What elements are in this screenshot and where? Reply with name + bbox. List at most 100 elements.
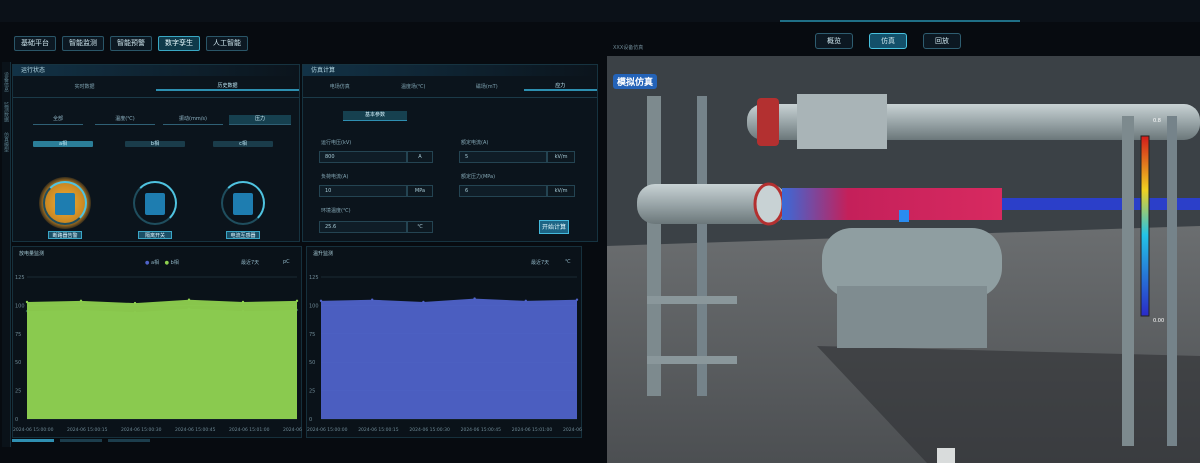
field-unit-1: MPa bbox=[407, 185, 433, 197]
series-1-point-5 bbox=[295, 299, 299, 303]
series-area-1 bbox=[27, 299, 297, 419]
ring-1[interactable] bbox=[133, 181, 177, 225]
device-button-1[interactable]: 隔离开关 bbox=[138, 231, 172, 239]
strip-item-2[interactable]: 仿真模型 bbox=[3, 132, 10, 152]
x-tick-3: 2024-06 15:00:45 bbox=[461, 427, 502, 433]
bottom-tab-2[interactable] bbox=[108, 439, 150, 442]
param-title[interactable]: 基本参数 bbox=[343, 111, 407, 121]
y-tick-0: 0 bbox=[15, 417, 18, 423]
chart-left-unit: pC bbox=[283, 259, 290, 265]
status-subtab-3[interactable]: 压力 bbox=[229, 115, 291, 125]
scale-max-label: 0.8 bbox=[1153, 118, 1161, 124]
nav-item-0[interactable]: 基础平台 bbox=[14, 36, 56, 51]
scale-min-label: 0.00 bbox=[1153, 318, 1165, 324]
upper-housing bbox=[797, 94, 887, 149]
series-1-point-0 bbox=[25, 300, 29, 304]
simulation-scene[interactable]: 0.8 0.00 模拟仿真 bbox=[607, 56, 1200, 463]
main-nav: 基础平台 智能监测 智能预警 数字孪生 人工智能 bbox=[14, 36, 248, 51]
x-tick-5: 2024-06 15:01:15 bbox=[283, 427, 303, 433]
sim-tabs: 电场仿真 温度场(℃) 磁场(mT) 应力 bbox=[303, 76, 597, 98]
strip-item-0[interactable]: 设备信息 bbox=[3, 72, 10, 92]
field-input-1[interactable]: 10 bbox=[319, 185, 407, 197]
field-label-3: 额定电流(A) bbox=[461, 140, 489, 146]
field-input-2[interactable]: 25.6 bbox=[319, 221, 407, 233]
simulation-panel: 仿真计算 电场仿真 温度场(℃) 磁场(mT) 应力 基本参数 运行电压(kV)… bbox=[302, 64, 598, 242]
y-tick-4: 100 bbox=[15, 303, 25, 309]
series-1-point-2 bbox=[133, 301, 137, 305]
strip-item-1[interactable]: 监测数据 bbox=[3, 102, 10, 122]
field-unit-4: kV/m bbox=[547, 185, 575, 197]
ring-0[interactable] bbox=[43, 181, 87, 225]
y-tick-2: 50 bbox=[15, 360, 21, 366]
legend-item-0: a相 bbox=[150, 260, 160, 266]
sim-tab-1[interactable]: 温度场(℃) bbox=[377, 83, 451, 90]
scene-badge: 模拟仿真 bbox=[613, 74, 658, 89]
nav-item-2[interactable]: 智能预警 bbox=[110, 36, 152, 51]
alarm-device-icon bbox=[55, 193, 75, 215]
calculate-button[interactable]: 开始计算 bbox=[539, 220, 569, 234]
series-area-0 bbox=[321, 298, 577, 419]
upper-flange bbox=[757, 98, 779, 146]
scene-nav-0[interactable]: 概览 bbox=[815, 33, 853, 49]
status-subtab-2[interactable]: 振动(mm/s) bbox=[163, 115, 223, 125]
scene-nav-1[interactable]: 仿真 bbox=[869, 33, 907, 49]
status-subtab-0[interactable]: 全部 bbox=[33, 115, 83, 125]
nav-item-1[interactable]: 智能监测 bbox=[62, 36, 104, 51]
bottom-tabs bbox=[12, 439, 150, 442]
chart-left-legend: ● a相 ● b相 bbox=[145, 260, 179, 266]
bottom-tab-0[interactable] bbox=[12, 439, 54, 442]
field-input-4[interactable]: 6 bbox=[459, 185, 547, 197]
chart-left-note: 最近7天 bbox=[241, 260, 260, 266]
chart-left-panel: 放电量监测 ● a相 ● b相 最近7天 pC 0 25 50 75 100 125 202… bbox=[12, 246, 303, 438]
heat-overlay bbox=[782, 188, 1002, 220]
x-tick-1: 2024-06 15:00:15 bbox=[358, 427, 399, 433]
ring-2[interactable] bbox=[221, 181, 265, 225]
switch-device-icon bbox=[145, 193, 165, 215]
y-tick-3: 75 bbox=[15, 332, 21, 338]
phase-pill-2[interactable]: c相 bbox=[213, 141, 273, 147]
y-tick-4: 100 bbox=[309, 303, 319, 309]
x-tick-4: 2024-06 15:01:00 bbox=[229, 427, 270, 433]
lower-pipe-end bbox=[753, 182, 785, 226]
field-label-1: 负荷电流(A) bbox=[321, 174, 349, 180]
field-unit-3: kV/m bbox=[547, 151, 575, 163]
field-input-3[interactable]: 5 bbox=[459, 151, 547, 163]
field-unit-2: ℃ bbox=[407, 221, 433, 233]
scene-nav-2[interactable]: 回放 bbox=[923, 33, 961, 49]
y-tick-5: 125 bbox=[309, 275, 319, 281]
nav-item-3[interactable]: 数字孪生 bbox=[158, 36, 200, 51]
y-tick-1: 25 bbox=[309, 389, 315, 395]
status-subtab-1[interactable]: 温度(℃) bbox=[95, 115, 155, 125]
nav-item-4[interactable]: 人工智能 bbox=[206, 36, 248, 51]
field-input-0[interactable]: 800 bbox=[319, 151, 407, 163]
series-0-point-5 bbox=[575, 298, 579, 301]
status-panel-title: 运行状态 bbox=[13, 65, 299, 76]
x-tick-5: 2024-06 15:01:15 bbox=[563, 427, 583, 433]
tank-base bbox=[837, 286, 987, 348]
series-0-point-2 bbox=[422, 300, 425, 304]
sim-tab-3[interactable]: 应力 bbox=[523, 82, 597, 91]
phase-pill-0[interactable]: a相 bbox=[33, 141, 93, 147]
status-tab-0[interactable]: 实时数据 bbox=[13, 83, 156, 90]
chart-right-unit: ℃ bbox=[565, 259, 571, 265]
sim-tab-2[interactable]: 磁场(mT) bbox=[450, 83, 524, 90]
status-tab-1[interactable]: 历史数据 bbox=[156, 82, 299, 91]
transformer-device-icon bbox=[233, 193, 253, 215]
status-panel: 运行状态 实时数据 历史数据 全部 温度(℃) 振动(mm/s) 压力 a相 b… bbox=[12, 64, 300, 242]
x-tick-1: 2024-06 15:00:15 bbox=[67, 427, 108, 433]
sim-tab-0[interactable]: 电场仿真 bbox=[303, 83, 377, 90]
chart-right-svg: 0 25 50 75 100 125 2024-06 15:00:00 2024-06 15:… bbox=[307, 275, 583, 433]
y-tick-1: 25 bbox=[15, 389, 21, 395]
x-tick-3: 2024-06 15:00:45 bbox=[175, 427, 216, 433]
device-button-0[interactable]: 断路器告警 bbox=[48, 231, 82, 239]
device-button-2[interactable]: 电流互感器 bbox=[226, 231, 260, 239]
bottom-tab-1[interactable] bbox=[60, 439, 102, 442]
phase-pill-1[interactable]: b相 bbox=[125, 141, 185, 147]
y-tick-5: 125 bbox=[15, 275, 25, 281]
series-0-point-0 bbox=[319, 299, 323, 303]
field-label-4: 额定压力(MPa) bbox=[461, 174, 496, 180]
scene-caption: XXX设备仿真 bbox=[613, 45, 644, 51]
x-tick-2: 2024-06 15:00:30 bbox=[121, 427, 162, 433]
floor-marking bbox=[937, 448, 955, 463]
field-label-0: 运行电压(kV) bbox=[321, 140, 352, 146]
